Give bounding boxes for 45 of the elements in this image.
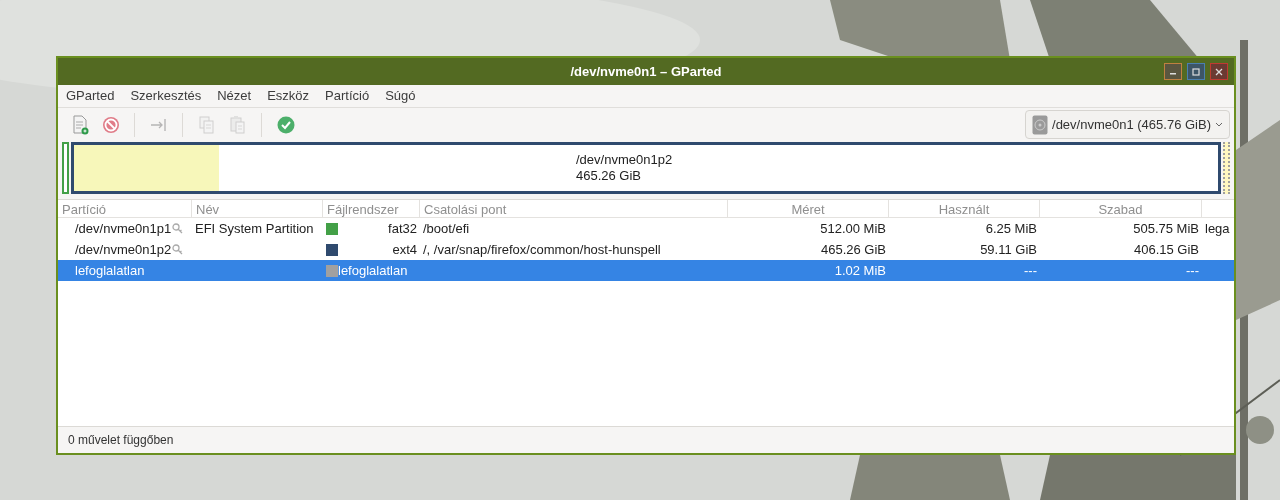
minimize-icon (1170, 73, 1176, 75)
table-cell-text: 59.11 GiB (980, 240, 1037, 259)
table-cell-text: 512.00 MiB (820, 219, 886, 238)
table-cell-text: 6.25 MiB (985, 219, 1037, 238)
window-title: /dev/nvme0n1 – GParted (569, 62, 723, 81)
menu-item[interactable]: Szerkesztés (128, 86, 204, 106)
table-cell-text: lefoglalatlan (75, 261, 145, 280)
close-button[interactable] (1210, 63, 1228, 80)
table-cell-text: EFI System Partition (195, 219, 314, 238)
no-entry-icon[interactable] (100, 114, 121, 135)
caret-icon (1215, 122, 1223, 127)
partition-segment[interactable] (62, 142, 69, 194)
minimize-button[interactable] (1164, 63, 1182, 80)
table-row[interactable]: /dev/nvme0n1p1 EFI System Partition fat32 /boot/efi 512.00 MiB 6.25 MiB 505.75 MiB lega (58, 218, 1234, 239)
table-cell-text: 465.26 GiB (820, 240, 886, 259)
table-cell-text: lefoglalatlan (338, 261, 408, 280)
table-row[interactable]: /dev/nvme0n1p2 ext4 /, /var/snap/firefox/common/host-hunspell 465.26 GiB 59.11 GiB 406.15 GiB (58, 239, 1234, 260)
menu-item[interactable]: GParted (64, 86, 117, 106)
maximize-button[interactable] (1187, 63, 1205, 80)
table-cell-text: /dev/nvme0n1p2 (75, 240, 172, 259)
table-cell-text: 505.75 MiB (1133, 219, 1199, 238)
menu-item[interactable]: Nézet (215, 86, 254, 106)
table-cell-text: --- (1186, 261, 1199, 280)
unallocated-segment[interactable] (1223, 142, 1230, 194)
table-cell-text: /boot/efi (423, 219, 470, 238)
table-row[interactable]: lefoglalatlan lefoglalatlan 1.02 MiB --- --- (58, 260, 1234, 281)
menu-item[interactable]: Partíció (323, 86, 372, 106)
table-cell-text: ext4 (392, 240, 417, 259)
partition-name: /dev/nvme0n1p2 (576, 152, 674, 168)
table-cell-text: 1.02 MiB (834, 261, 886, 280)
partition-size: 465.26 GiB (576, 168, 643, 184)
table-cell-text: lega (1205, 219, 1230, 238)
table-cell-text: 406.15 GiB (1133, 240, 1199, 259)
maximize-icon (1192, 67, 1200, 76)
menu-item[interactable]: Eszköz (265, 86, 312, 106)
table-cell-text: /, /var/snap/firefox/common/host-hunspell (423, 240, 661, 259)
check-icon[interactable] (275, 114, 296, 135)
status-text: 0 művelet függőben (68, 432, 174, 449)
partition-segment[interactable]: /dev/nvme0n1p2 465.26 GiB (71, 142, 1221, 194)
device-dropdown[interactable]: /dev/nvme0n1 (465.76 GiB) (1025, 110, 1230, 139)
table-cell-text: --- (1024, 261, 1037, 280)
table-cell-text: fat32 (388, 219, 417, 238)
menu-item[interactable]: Súgó (383, 86, 418, 106)
table-cell-text: /dev/nvme0n1p1 (75, 219, 172, 238)
close-icon (1215, 67, 1223, 76)
